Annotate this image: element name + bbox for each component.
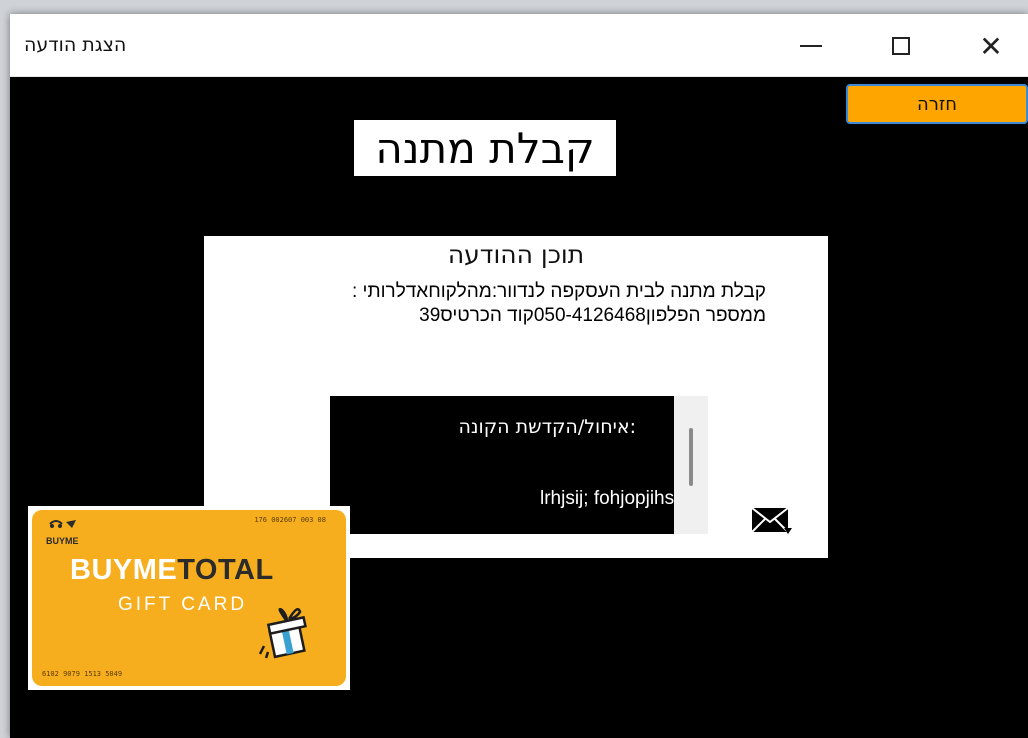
- card-subtitle: GIFT CARD: [118, 594, 248, 615]
- logo-text: BUYME: [46, 536, 79, 546]
- blessing-text: lrhjsij; fohjopjihs: [540, 488, 675, 509]
- title-bar: הצגת הודעה ✕: [10, 14, 1028, 77]
- card-brand-light: BUYME: [70, 554, 178, 586]
- close-button[interactable]: ✕: [962, 24, 1020, 68]
- gift-card-image: BUYME 176 002607 003 08 BUYMETOTAL GIFT …: [28, 506, 350, 690]
- message-line-1: קבלת מתנה לבית העסקפה לנדוור:מהלקוחאדלרו…: [351, 281, 766, 302]
- blessing-scrollbar[interactable]: [674, 396, 708, 534]
- card-brand: BUYMETOTAL: [70, 554, 274, 587]
- message-line-2: ממספר הפלפון050-4126468קוד הכרטיס39: [419, 305, 766, 326]
- window-title: הצגת הודעה: [24, 34, 127, 56]
- back-button[interactable]: חזרה: [846, 84, 1028, 124]
- mail-icon[interactable]: [750, 504, 794, 538]
- minimize-icon: [800, 45, 822, 47]
- close-icon: ✕: [979, 29, 1003, 63]
- scrollbar-thumb[interactable]: [689, 428, 693, 486]
- buyme-logo-icon: BUYME: [46, 520, 79, 546]
- message-heading: תוכן ההודעה: [447, 240, 585, 269]
- card-number-bottom: 6102 9079 1513 5049: [42, 670, 123, 678]
- gift-icon: [258, 607, 307, 659]
- blessing-label: :איחול/הקדשת הקונה: [458, 416, 637, 438]
- card-brand-dark: TOTAL: [177, 554, 274, 586]
- minimize-button[interactable]: [782, 24, 840, 68]
- maximize-button[interactable]: [872, 24, 930, 68]
- blessing-textbox[interactable]: :איחול/הקדשת הקונה lrhjsij; fohjopjihs: [330, 396, 708, 534]
- gift-card-face: BUYME 176 002607 003 08 BUYMETOTAL GIFT …: [32, 510, 346, 686]
- message-body: קבלת מתנה לבית העסקפה לנדוור:מהלקוחאדלרו…: [214, 280, 766, 328]
- card-number-top: 176 002607 003 08: [254, 516, 326, 524]
- message-window: הצגת הודעה ✕ חזרה קבלת מתנה תוכן ההודעה …: [10, 14, 1028, 738]
- maximize-icon: [892, 37, 910, 55]
- page-title: קבלת מתנה: [354, 120, 616, 176]
